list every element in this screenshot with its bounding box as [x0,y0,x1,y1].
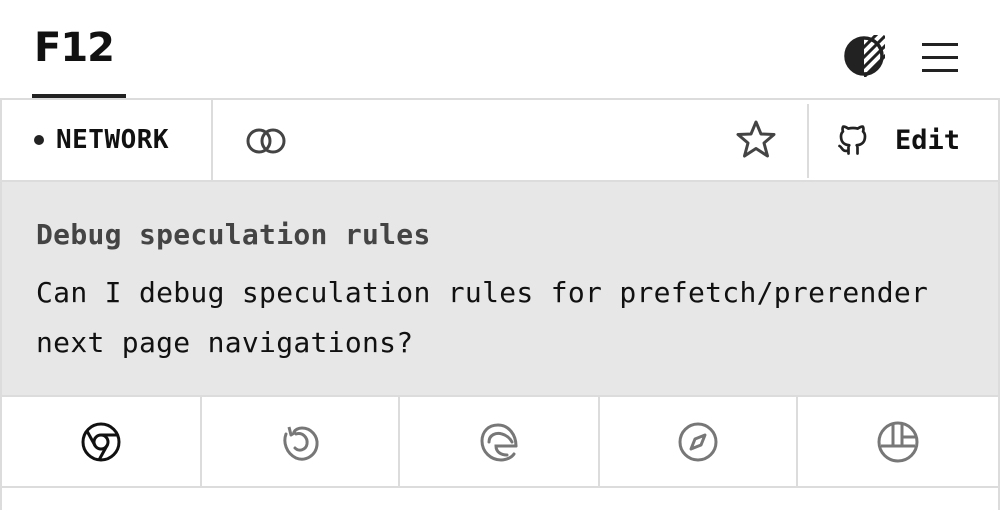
category-dot [34,135,44,145]
menu-line [922,56,958,59]
safari-icon [678,422,718,461]
toolbar-divider [807,104,809,178]
tip-toolbar: NETWORK Edit [0,98,1000,182]
contrast-icon [844,35,885,77]
next-section-edge [0,488,1000,510]
tab-polypane[interactable] [798,397,998,486]
menu-line [922,69,958,72]
star-icon [736,120,776,158]
tip-title: Debug speculation rules [36,218,431,251]
chrome-icon [81,422,121,461]
site-header: F12 [0,0,1000,99]
firefox-icon [283,425,319,461]
tab-safari[interactable] [600,397,798,486]
edge-icon [480,422,518,462]
site-logo[interactable]: F12 [34,28,115,68]
theme-toggle-button[interactable] [843,35,885,77]
edit-label: Edit [895,124,961,156]
github-icon [838,125,867,155]
tip-content: Debug speculation rules Can I debug spec… [0,182,1000,395]
category-label: NETWORK [56,125,170,155]
menu-button[interactable] [920,40,960,74]
tab-firefox[interactable] [202,397,400,486]
menu-line [922,43,958,46]
tab-chrome[interactable] [2,397,202,486]
edit-on-github-button[interactable]: Edit [835,116,975,164]
link-icon [246,128,286,154]
tab-edge[interactable] [400,397,600,486]
tip-description: Can I debug speculation rules for prefet… [36,276,929,359]
polypane-icon [877,421,919,462]
copy-link-button[interactable] [242,120,290,160]
favorite-button[interactable] [735,118,777,160]
category-link[interactable]: NETWORK [2,100,213,180]
browser-tabs [0,395,1000,488]
